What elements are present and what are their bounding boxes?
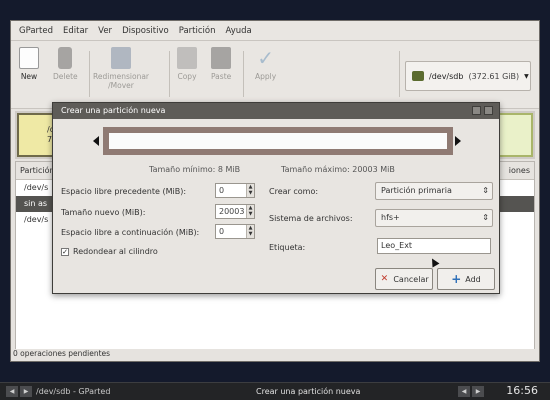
resize-right-arrow-icon[interactable] [455, 136, 461, 146]
hard-disk-icon [412, 71, 424, 81]
toolbar-separator [399, 51, 400, 97]
menu-gparted[interactable]: GParted [19, 26, 53, 36]
dialog-title: Crear una partición nueva [61, 106, 166, 115]
delete-button[interactable]: Delete [53, 47, 78, 81]
free-after-value: 0 [219, 227, 225, 236]
resize-icon [111, 47, 132, 69]
paste-icon [211, 47, 232, 69]
free-before-spin[interactable]: 0 ▲ ▼ [215, 183, 255, 198]
device-path: /dev/sdb [429, 71, 464, 81]
create-as-select[interactable]: Partición primaria ⇕ [375, 182, 493, 200]
resize-label-line1: Redimensionar [93, 72, 150, 81]
add-button[interactable]: + Add [437, 268, 495, 290]
paste-button[interactable]: Paste [211, 47, 231, 81]
resize-move-button[interactable]: Redimensionar/Mover [93, 47, 149, 90]
toolbar-separator [243, 51, 244, 97]
free-before-value: 0 [219, 186, 225, 195]
add-label: Add [465, 274, 481, 284]
menu-ayuda[interactable]: Ayuda [225, 26, 251, 36]
trash-icon [58, 47, 73, 69]
column-header-partition[interactable]: Partición [20, 166, 55, 175]
new-button[interactable]: New [19, 47, 39, 81]
toolbar-separator [169, 51, 170, 97]
min-size-text: Tamaño mínimo: 8 MiB [149, 165, 241, 174]
cancel-x-icon: ✕ [380, 274, 389, 284]
new-document-icon [19, 47, 39, 69]
device-selector[interactable]: /dev/sdb (372.61 GiB) ▼ [405, 61, 531, 91]
menu-editar[interactable]: Editar [63, 26, 88, 36]
column-header-flags[interactable]: iones [509, 166, 530, 175]
status-bar: 0 operaciones pendientes [11, 349, 539, 361]
toolbar-separator [89, 51, 90, 97]
partition-resizer[interactable] [103, 127, 453, 155]
free-before-label: Espacio libre precedente (MiB): [61, 187, 187, 196]
free-after-label: Espacio libre a continuación (MiB): [61, 228, 200, 237]
menubar: GParted Editar Ver Dispositivo Partición… [11, 21, 539, 41]
dialog-titlebar[interactable]: Crear una partición nueva [53, 103, 499, 119]
new-size-spin[interactable]: 20003 ▲ ▼ [215, 204, 255, 219]
filesystem-select[interactable]: hfs+ ⇕ [375, 209, 493, 227]
resize-label-line2: /Mover [108, 81, 134, 90]
cancel-label: Cancelar [393, 274, 429, 284]
filesystem-value: hfs+ [381, 213, 400, 222]
taskbar-gparted-task[interactable]: /dev/sdb - GParted [36, 385, 110, 399]
resize-left-arrow-icon[interactable] [93, 136, 99, 146]
create-as-value: Partición primaria [381, 186, 452, 195]
spin-arrows-icon[interactable]: ▲ ▼ [246, 184, 254, 197]
plus-icon: + [451, 272, 462, 286]
round-cylinder-label: Redondear al cilindro [73, 247, 158, 256]
taskbar-left-arrow-icon[interactable]: ◀ [458, 386, 470, 397]
taskbar-right-arrow-icon[interactable]: ▶ [472, 386, 484, 397]
partition-label-input[interactable]: Leo_Ext [377, 238, 491, 254]
copy-button[interactable]: Copy [177, 47, 197, 81]
minimize-icon[interactable] [472, 106, 481, 115]
cancel-button[interactable]: ✕ Cancelar [375, 268, 433, 290]
free-after-spin[interactable]: 0 ▲ ▼ [215, 224, 255, 239]
filesystem-label: Sistema de archivos: [269, 214, 353, 223]
partition-label-label: Etiqueta: [269, 243, 306, 252]
clock: 16:56 [506, 384, 538, 397]
chevron-updown-icon: ⇕ [482, 186, 489, 195]
device-size: (372.61 GiB) [468, 71, 520, 81]
checkmark-icon: ✓ [257, 46, 274, 70]
menu-dispositivo[interactable]: Dispositivo [122, 26, 169, 36]
taskbar-right-arrow-icon[interactable]: ▶ [20, 386, 32, 397]
round-cylinder-checkbox[interactable]: ✓ [61, 248, 69, 256]
menu-ver[interactable]: Ver [98, 26, 112, 36]
new-size-value: 20003 [219, 207, 245, 216]
create-as-label: Crear como: [269, 187, 319, 196]
spin-arrows-icon[interactable]: ▲ ▼ [246, 205, 254, 218]
copy-icon [177, 47, 197, 69]
taskbar-left-arrow-icon[interactable]: ◀ [6, 386, 18, 397]
taskbar-dialog-task[interactable]: Crear una partición nueva [256, 385, 360, 399]
taskbar: ◀ ▶ /dev/sdb - GParted Crear una partici… [0, 382, 550, 400]
menu-particion[interactable]: Partición [179, 26, 216, 36]
close-icon[interactable] [484, 106, 493, 115]
max-size-text: Tamaño máximo: 20003 MiB [281, 165, 395, 174]
apply-button[interactable]: ✓ Apply [255, 47, 276, 81]
spin-arrows-icon[interactable]: ▲ ▼ [246, 225, 254, 238]
toolbar: New Delete Redimensionar/Mover Copy Past… [11, 41, 539, 109]
chevron-updown-icon: ⇕ [482, 213, 489, 222]
chevron-down-icon: ▼ [524, 72, 529, 80]
new-size-label: Tamaño nuevo (MiB): [61, 208, 146, 217]
